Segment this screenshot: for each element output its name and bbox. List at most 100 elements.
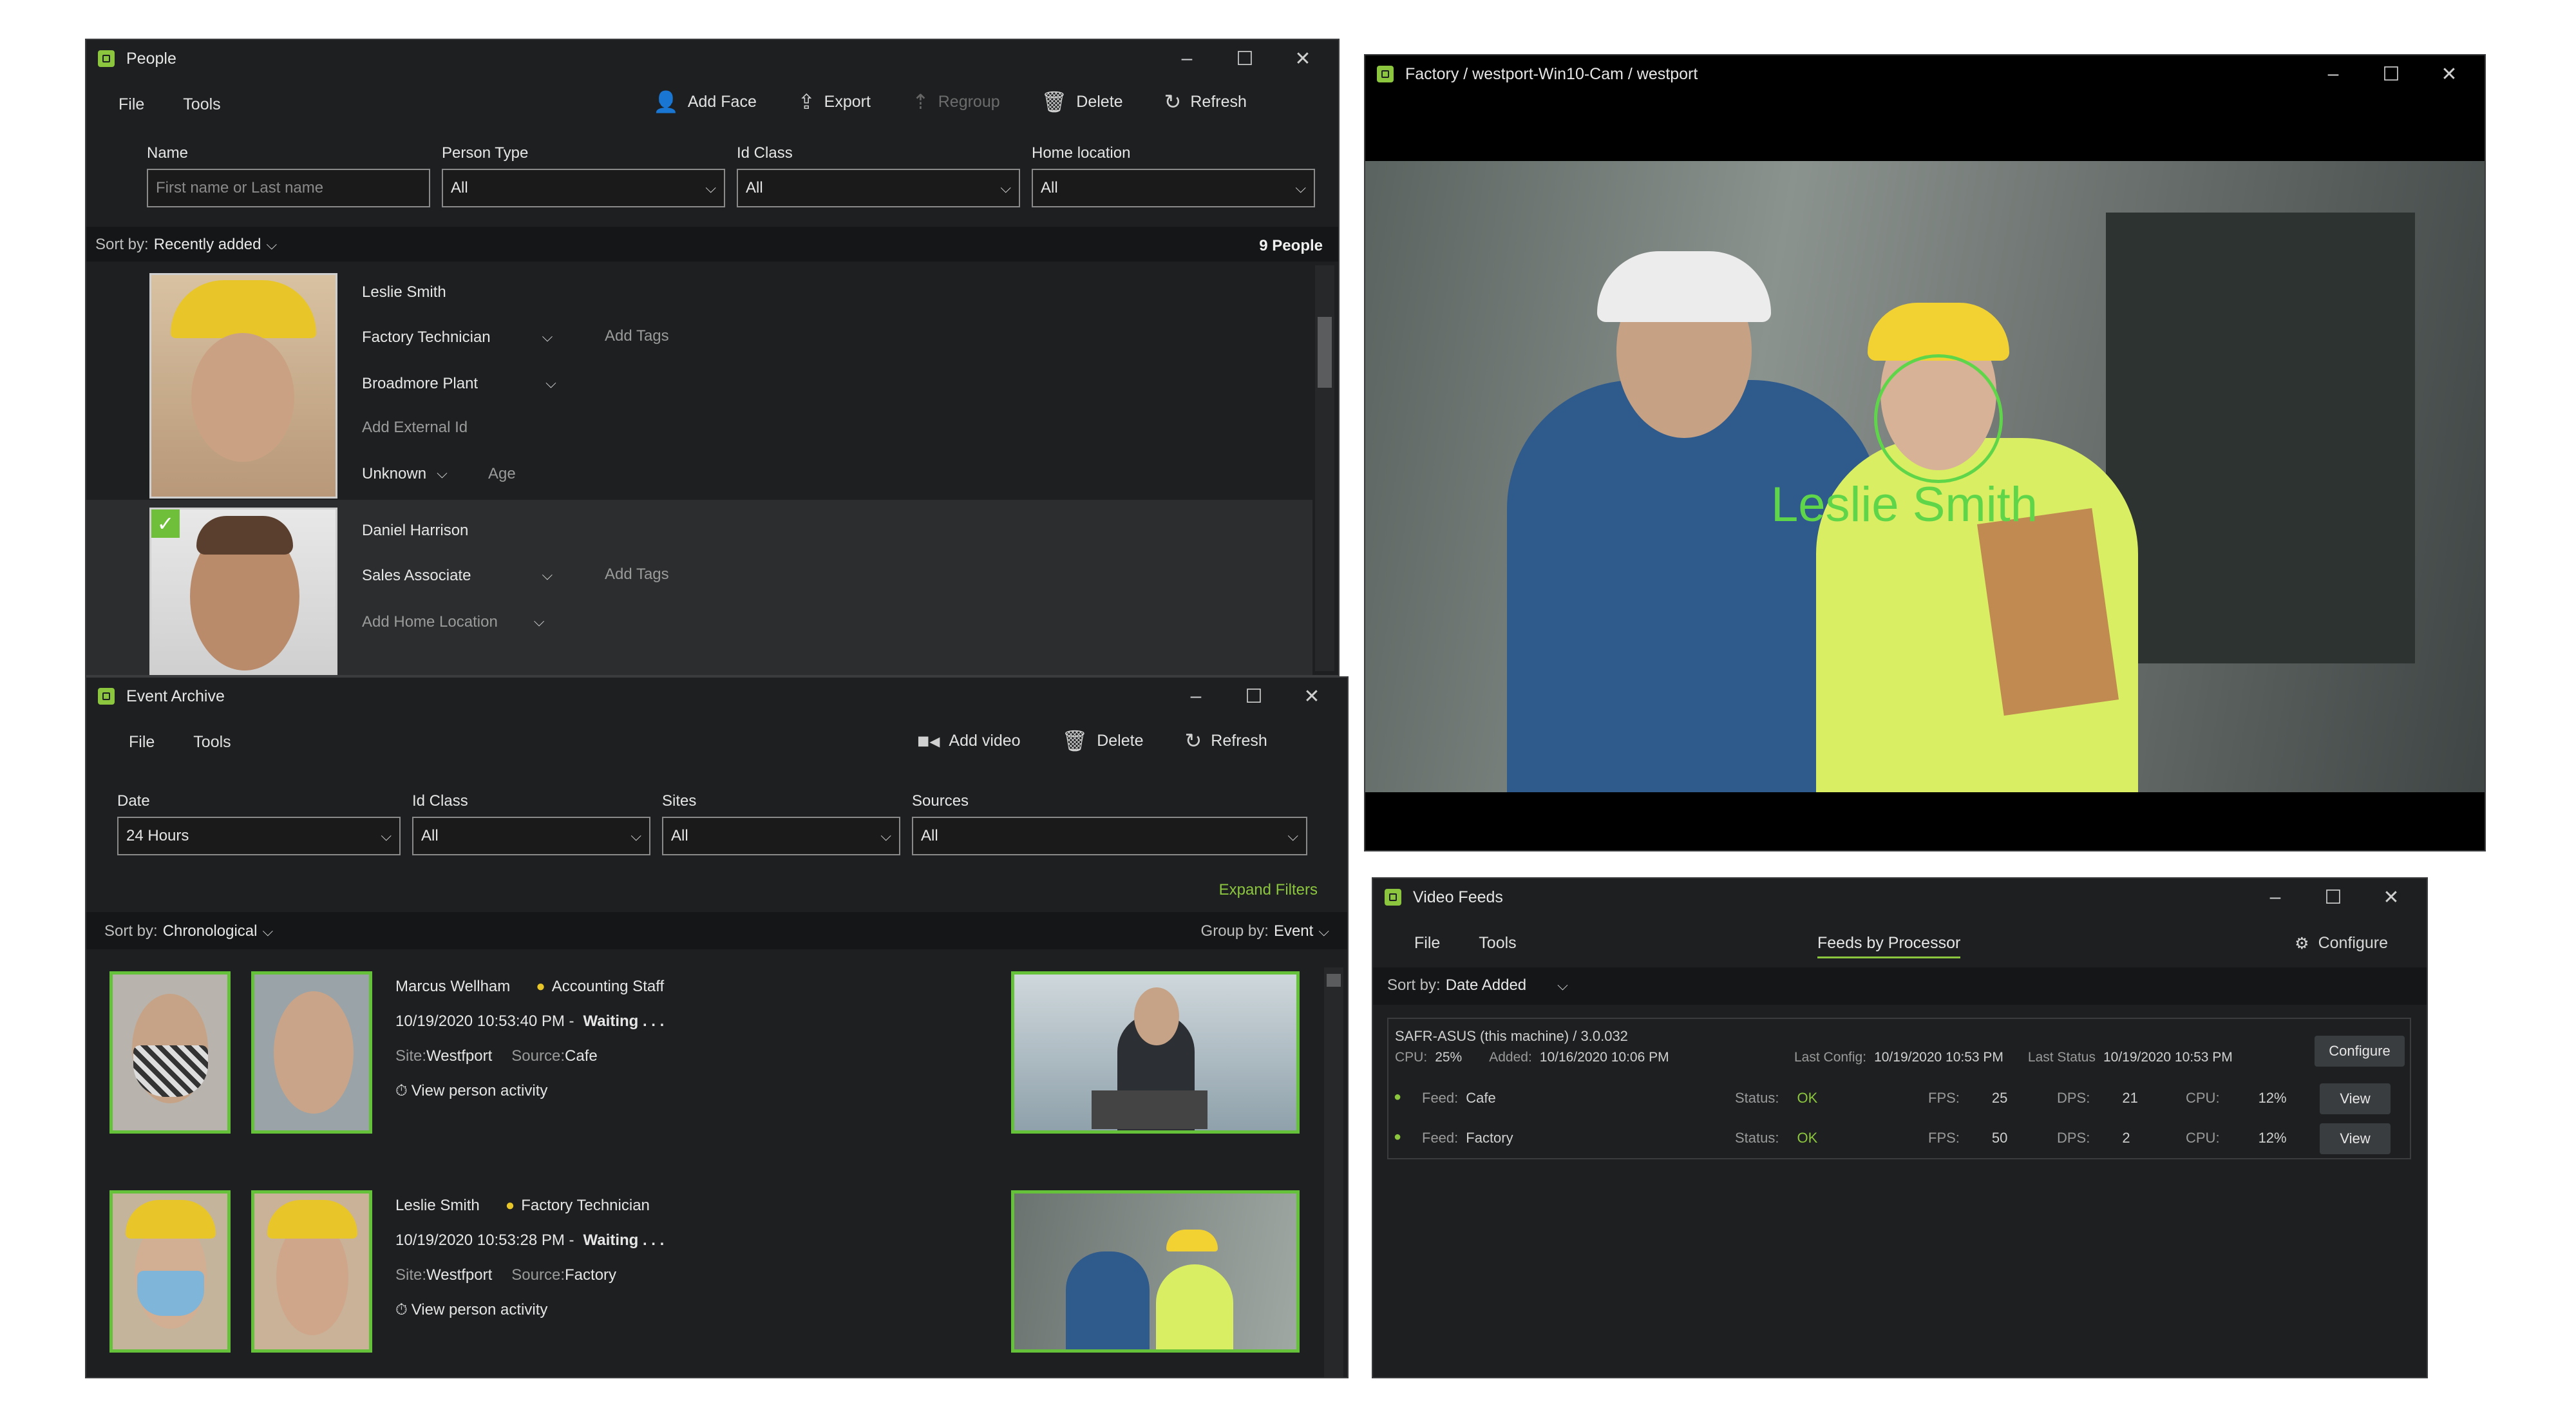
list-item[interactable]: Leslie Smith Factory Technician ⌵ Add Tag… [86, 262, 1312, 500]
view-person-activity-link[interactable]: ⏱ View person activity [395, 1082, 547, 1100]
list-item[interactable]: Leslie Smith ● Factory Technician 10/19/2… [86, 1177, 1310, 1377]
regroup-button[interactable]: ⇡ Regroup [912, 91, 1000, 112]
sites-select[interactable]: All ⌵ [662, 817, 900, 855]
event-status: Waiting . . . [583, 1232, 665, 1249]
person-type-select[interactable]: Factory Technician ⌵ [362, 328, 553, 347]
add-video-button[interactable]: ■◂ Add video [917, 730, 1021, 751]
add-tags-link[interactable]: Add Tags [605, 566, 669, 584]
delete-button[interactable]: 🗑 Delete [1062, 730, 1144, 751]
person-type-filter: Person Type All ⌵ [442, 144, 725, 207]
people-scrollbar[interactable] [1315, 265, 1334, 671]
export-button[interactable]: ⇪ Export [798, 91, 871, 112]
configure-button[interactable]: ⚙ Configure [2295, 934, 2388, 953]
hair-shape [196, 516, 293, 555]
menu-file[interactable]: File [118, 95, 144, 114]
window-title: People [126, 49, 176, 68]
add-face-button[interactable]: 👤 Add Face [653, 91, 757, 112]
menu-tools[interactable]: Tools [193, 733, 231, 752]
yellow-hardhat [1868, 303, 2009, 361]
camera-video-frame[interactable]: Leslie Smith [1365, 161, 2485, 792]
minimize-icon[interactable]: – [2304, 63, 2362, 85]
view-person-activity-link[interactable]: ⏱ View person activity [395, 1301, 547, 1319]
table-row[interactable]: ● Feed: Cafe Status: OK FPS: 25 DPS: 21 CPU:… [1387, 1079, 2411, 1118]
view-feed-button[interactable]: View [2320, 1123, 2391, 1154]
events-group[interactable]: Group by: Event ⌵ [1201, 922, 1329, 940]
gender-select[interactable]: Unknown ⌵ [362, 465, 448, 483]
close-icon[interactable]: ✕ [2420, 63, 2478, 86]
person-photo: ✓ [149, 508, 337, 675]
refresh-button[interactable]: ↻ Refresh [1164, 91, 1247, 112]
close-icon[interactable]: ✕ [1283, 685, 1341, 708]
menu-file[interactable]: File [129, 733, 155, 752]
menu-tools[interactable]: Tools [1479, 934, 1516, 953]
hardhat-shape [267, 1200, 357, 1239]
person-type-select[interactable]: All ⌵ [442, 169, 725, 207]
event-person-name[interactable]: Leslie Smith [395, 1197, 480, 1215]
name-search-input[interactable]: First name or Last name [147, 169, 430, 207]
add-tags-link[interactable]: Add Tags [605, 327, 669, 345]
event-face-thumb[interactable] [109, 1190, 231, 1353]
expand-filters-link[interactable]: Expand Filters [1219, 881, 1318, 899]
minimize-icon[interactable]: – [1158, 48, 1216, 70]
age-field[interactable]: Age [488, 465, 516, 483]
maximize-icon[interactable]: ☐ [2304, 886, 2362, 909]
checkbox-checked-icon[interactable]: ✓ [151, 509, 180, 538]
events-sort[interactable]: Sort by: Chronological ⌵ [104, 922, 273, 940]
processor-configure-button[interactable]: Configure [2315, 1036, 2405, 1067]
people-titlebar[interactable]: People [86, 40, 1338, 77]
sites-filter: Sites All ⌵ [662, 792, 900, 855]
people-window: People – ☐ ✕ File Tools 👤 Add Face ⇪ Expor… [85, 39, 1340, 676]
add-external-id-link[interactable]: Add External Id [362, 419, 468, 437]
person-match-thumb[interactable] [251, 971, 372, 1134]
date-select[interactable]: 24 Hours ⌵ [117, 817, 401, 855]
chevron-down-icon: ⌵ [1557, 977, 1568, 993]
feed-name: Cafe [1466, 1090, 1496, 1106]
menu-file[interactable]: File [1414, 934, 1440, 953]
event-role: ● Accounting Staff [536, 978, 665, 995]
table-row[interactable]: ● Feed: Factory Status: OK FPS: 50 DPS: 2 CP… [1387, 1119, 2411, 1158]
event-person-name[interactable]: Marcus Wellham [395, 978, 510, 996]
list-item[interactable]: ✓ Daniel Harrison Sales Associate ⌵ Add T… [86, 500, 1312, 675]
role-badge-icon: ● [505, 1197, 515, 1214]
events-titlebar[interactable]: Event Archive [86, 678, 1347, 715]
person-match-thumb[interactable] [251, 1190, 372, 1353]
maximize-icon[interactable]: ☐ [2362, 63, 2420, 86]
maximize-icon[interactable]: ☐ [1225, 685, 1283, 708]
close-icon[interactable]: ✕ [2362, 886, 2420, 909]
scrollbar-thumb[interactable] [1327, 974, 1341, 987]
menu-tools[interactable]: Tools [183, 95, 220, 114]
maximize-icon[interactable]: ☐ [1216, 48, 1274, 70]
event-face-thumb[interactable] [109, 971, 231, 1134]
id-class-select[interactable]: All ⌵ [412, 817, 650, 855]
person-photo [149, 273, 337, 499]
person-type-select[interactable]: Sales Associate ⌵ [362, 567, 553, 585]
feeds-sort[interactable]: Sort by: Date Added ⌵ [1387, 976, 1568, 994]
people-sort[interactable]: Sort by: Recently added ⌵ [95, 236, 277, 254]
sources-select[interactable]: All ⌵ [912, 817, 1307, 855]
refresh-button[interactable]: ↻ Refresh [1184, 730, 1267, 751]
events-filters: Date 24 Hours ⌵ Id Class All ⌵ Sites All ⌵ … [117, 792, 1307, 855]
minimize-icon[interactable]: – [2246, 886, 2304, 908]
role-badge-icon: ● [536, 978, 545, 995]
chevron-down-icon: ⌵ [533, 613, 545, 629]
refresh-icon: ↻ [1184, 729, 1202, 752]
app-icon [98, 50, 115, 67]
event-scene-thumb[interactable] [1011, 971, 1300, 1134]
home-location-select[interactable]: Add Home Location ⌵ [362, 613, 544, 631]
home-location-select[interactable]: All ⌵ [1032, 169, 1315, 207]
window-title: Factory / westport-Win10-Cam / westport [1405, 64, 1698, 83]
events-scrollbar[interactable] [1324, 967, 1343, 1377]
close-icon[interactable]: ✕ [1274, 48, 1332, 70]
scrollbar-thumb[interactable] [1318, 317, 1332, 388]
delete-button[interactable]: 🗑 Delete [1041, 91, 1123, 112]
view-feed-button[interactable]: View [2320, 1083, 2391, 1114]
event-source: Cafe [565, 1047, 598, 1065]
event-scene-thumb[interactable] [1011, 1190, 1300, 1353]
events-sortbar-bg [86, 912, 1347, 949]
minimize-icon[interactable]: – [1167, 685, 1225, 707]
list-item[interactable]: Marcus Wellham ● Accounting Staff 10/19/2… [86, 958, 1310, 1165]
location-select[interactable]: Broadmore Plant ⌵ [362, 375, 556, 393]
id-class-select[interactable]: All ⌵ [737, 169, 1020, 207]
tab-feeds-by-processor[interactable]: Feeds by Processor [1817, 934, 1961, 958]
people-count: 9 People [1259, 237, 1323, 254]
